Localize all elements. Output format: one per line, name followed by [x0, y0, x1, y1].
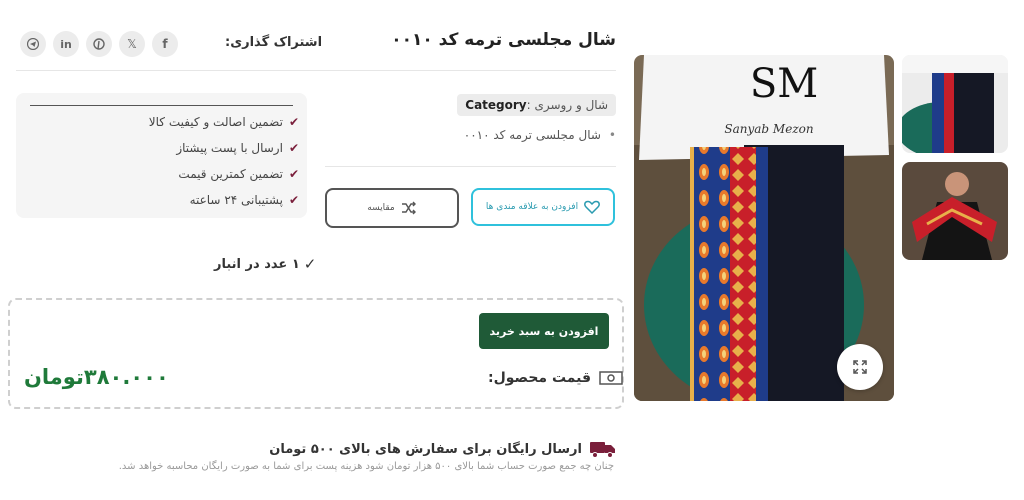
check-icon: ✔: [288, 141, 299, 155]
guarantee-item: ✔ ارسال با پست پیشتاز: [176, 141, 299, 155]
stock-status: ✓ ۱ عدد در انبار: [214, 255, 316, 273]
compare-label: مقایسه: [367, 203, 395, 213]
telegram-icon[interactable]: [20, 31, 46, 57]
thumbnail-2[interactable]: [902, 162, 1008, 260]
guarantees-box: ✔ تضمین اصالت و کیفیت کالا ✔ ارسال با پست …: [16, 93, 307, 218]
share-label: اشتراک گذاری:: [225, 35, 323, 50]
add-to-cart-button[interactable]: افزودن به سبد خرید: [479, 313, 609, 349]
thumbnail-1[interactable]: [902, 55, 1008, 153]
category-value[interactable]: شال و روسری: [534, 98, 608, 112]
shuffle-icon: [401, 201, 416, 215]
free-shipping-description: چنان چه جمع صورت حساب شما بالای ۵۰۰ هزار…: [118, 461, 614, 472]
guarantees-divider: [30, 105, 293, 106]
header-divider: [16, 70, 616, 71]
price-label-text: قیمت محصول:: [488, 370, 592, 386]
add-to-wishlist-button[interactable]: افزودن به علاقه مندی ها: [471, 188, 615, 226]
category-chip[interactable]: Category: شال و روسری: [457, 94, 616, 116]
facebook-icon[interactable]: f: [152, 31, 178, 57]
x-icon[interactable]: 𝕏: [119, 31, 145, 57]
category-label: Category: [465, 98, 527, 112]
price-label: قیمت محصول:: [488, 370, 623, 386]
check-icon: ✔: [288, 115, 299, 129]
meta-divider: [325, 166, 616, 167]
meta-item: شال مجلسی ترمه کد ۰۰۱۰: [464, 128, 616, 142]
wishlist-label: افزودن به علاقه مندی ها: [485, 202, 579, 212]
free-shipping-text: ارسال رایگان برای سفارش های بالای ۵۰۰ تو…: [269, 441, 582, 457]
linkedin-icon[interactable]: in: [53, 31, 79, 57]
expand-icon: [853, 360, 867, 374]
compare-button[interactable]: مقایسه: [325, 188, 459, 228]
stock-text: ۱ عدد در انبار: [214, 256, 300, 272]
truck-icon: [590, 442, 615, 458]
check-icon: ✔: [288, 167, 299, 181]
check-icon: ✔: [288, 193, 299, 207]
price-value: ۳۸۰.۰۰۰تومان: [24, 365, 169, 389]
product-title: شال مجلسی ترمه کد ۰۰۱۰: [391, 30, 616, 50]
brand-logo: SM: [750, 61, 818, 107]
zoom-button[interactable]: [837, 344, 883, 390]
guarantee-item: ✔ تضمین اصالت و کیفیت کالا: [148, 115, 299, 129]
stock-check-icon: ✓: [303, 255, 317, 273]
free-shipping-title: ارسال رایگان برای سفارش های بالای ۵۰۰ تو…: [269, 439, 616, 459]
heart-icon: [584, 200, 601, 214]
guarantee-item: ✔ پشتیبانی ۲۴ ساعته: [189, 193, 299, 207]
brand-name: Sanyab Mezon: [724, 122, 813, 136]
pinterest-icon[interactable]: [86, 31, 112, 57]
money-icon: [599, 371, 623, 385]
guarantee-item: ✔ تضمین کمترین قیمت: [178, 167, 299, 181]
